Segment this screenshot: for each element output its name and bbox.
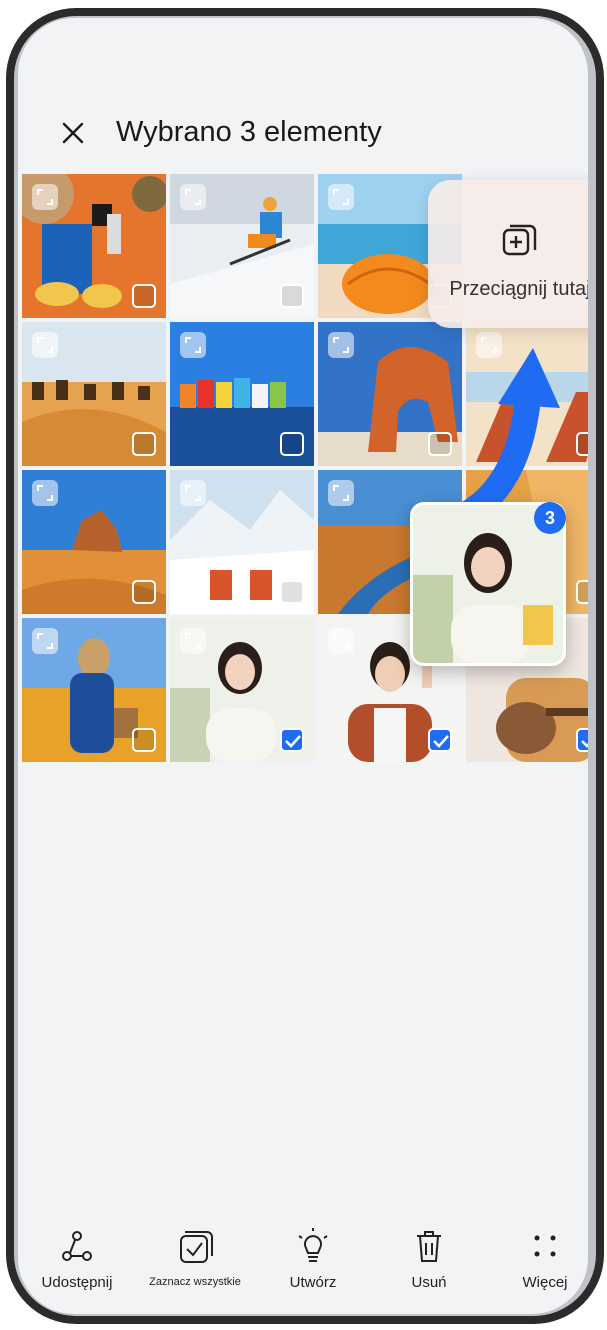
select-checkbox[interactable] xyxy=(280,284,304,308)
select-checkbox[interactable] xyxy=(280,432,304,456)
more-button[interactable]: Więcej xyxy=(490,1226,588,1291)
close-icon[interactable] xyxy=(56,116,90,150)
delete-label: Usuń xyxy=(411,1274,447,1291)
select-all-icon xyxy=(180,1231,213,1263)
select-checkbox[interactable] xyxy=(132,580,156,604)
photo-tile[interactable] xyxy=(170,618,314,762)
select-checkbox-checked[interactable] xyxy=(428,728,452,752)
select-all-button[interactable]: Zaznacz wszystkie xyxy=(140,1226,250,1288)
create-label: Utwórz xyxy=(289,1274,337,1291)
drop-zone[interactable]: Przeciągnij tutaj xyxy=(428,180,588,328)
selection-header: Wybrano 3 elementy xyxy=(18,108,588,158)
share-icon xyxy=(62,1231,92,1261)
photo-tile[interactable] xyxy=(170,470,314,614)
photo-tile[interactable] xyxy=(22,470,166,614)
select-checkbox-checked[interactable] xyxy=(576,728,588,752)
share-button[interactable]: Udostępnij xyxy=(22,1226,132,1291)
expand-icon[interactable] xyxy=(32,480,58,506)
photo-tile[interactable] xyxy=(22,174,166,318)
expand-icon[interactable] xyxy=(32,332,58,358)
selection-count-badge: 3 xyxy=(534,502,566,534)
add-to-album-icon xyxy=(502,224,537,256)
share-label: Udostępnij xyxy=(41,1274,113,1291)
expand-icon[interactable] xyxy=(180,184,206,210)
select-checkbox[interactable] xyxy=(132,432,156,456)
bottom-toolbar: Udostępnij Zaznacz wszystkie Utwórz Usuń… xyxy=(18,1226,588,1306)
drop-zone-label: Przeciągnij tutaj xyxy=(449,278,588,300)
photo-tile[interactable] xyxy=(22,618,166,762)
expand-icon[interactable] xyxy=(328,332,354,358)
select-checkbox[interactable] xyxy=(132,284,156,308)
select-checkbox-checked[interactable] xyxy=(280,728,304,752)
create-button[interactable]: Utwórz xyxy=(258,1226,368,1291)
gallery-screen: Wybrano 3 elementy Przeciągnij tutaj 3 U… xyxy=(18,18,588,1314)
more-label: Więcej xyxy=(522,1274,568,1291)
delete-button[interactable]: Usuń xyxy=(374,1226,484,1291)
expand-icon[interactable] xyxy=(328,480,354,506)
photo-tile[interactable] xyxy=(22,322,166,466)
expand-icon[interactable] xyxy=(32,628,58,654)
select-checkbox[interactable] xyxy=(132,728,156,752)
expand-icon[interactable] xyxy=(180,332,206,358)
drag-arrow-icon xyxy=(438,348,560,528)
expand-icon[interactable] xyxy=(328,184,354,210)
select-checkbox[interactable] xyxy=(280,580,304,604)
more-dots-icon xyxy=(534,1235,556,1257)
expand-icon[interactable] xyxy=(328,628,354,654)
photo-tile[interactable] xyxy=(170,322,314,466)
page-title: Wybrano 3 elementy xyxy=(116,116,382,148)
select-checkbox[interactable] xyxy=(576,580,588,604)
trash-icon xyxy=(417,1231,441,1262)
expand-icon[interactable] xyxy=(180,628,206,654)
select-all-label: Zaznacz wszystkie xyxy=(149,1276,241,1288)
photo-tile[interactable] xyxy=(170,174,314,318)
expand-icon[interactable] xyxy=(180,480,206,506)
expand-icon[interactable] xyxy=(32,184,58,210)
lightbulb-icon xyxy=(298,1228,328,1262)
